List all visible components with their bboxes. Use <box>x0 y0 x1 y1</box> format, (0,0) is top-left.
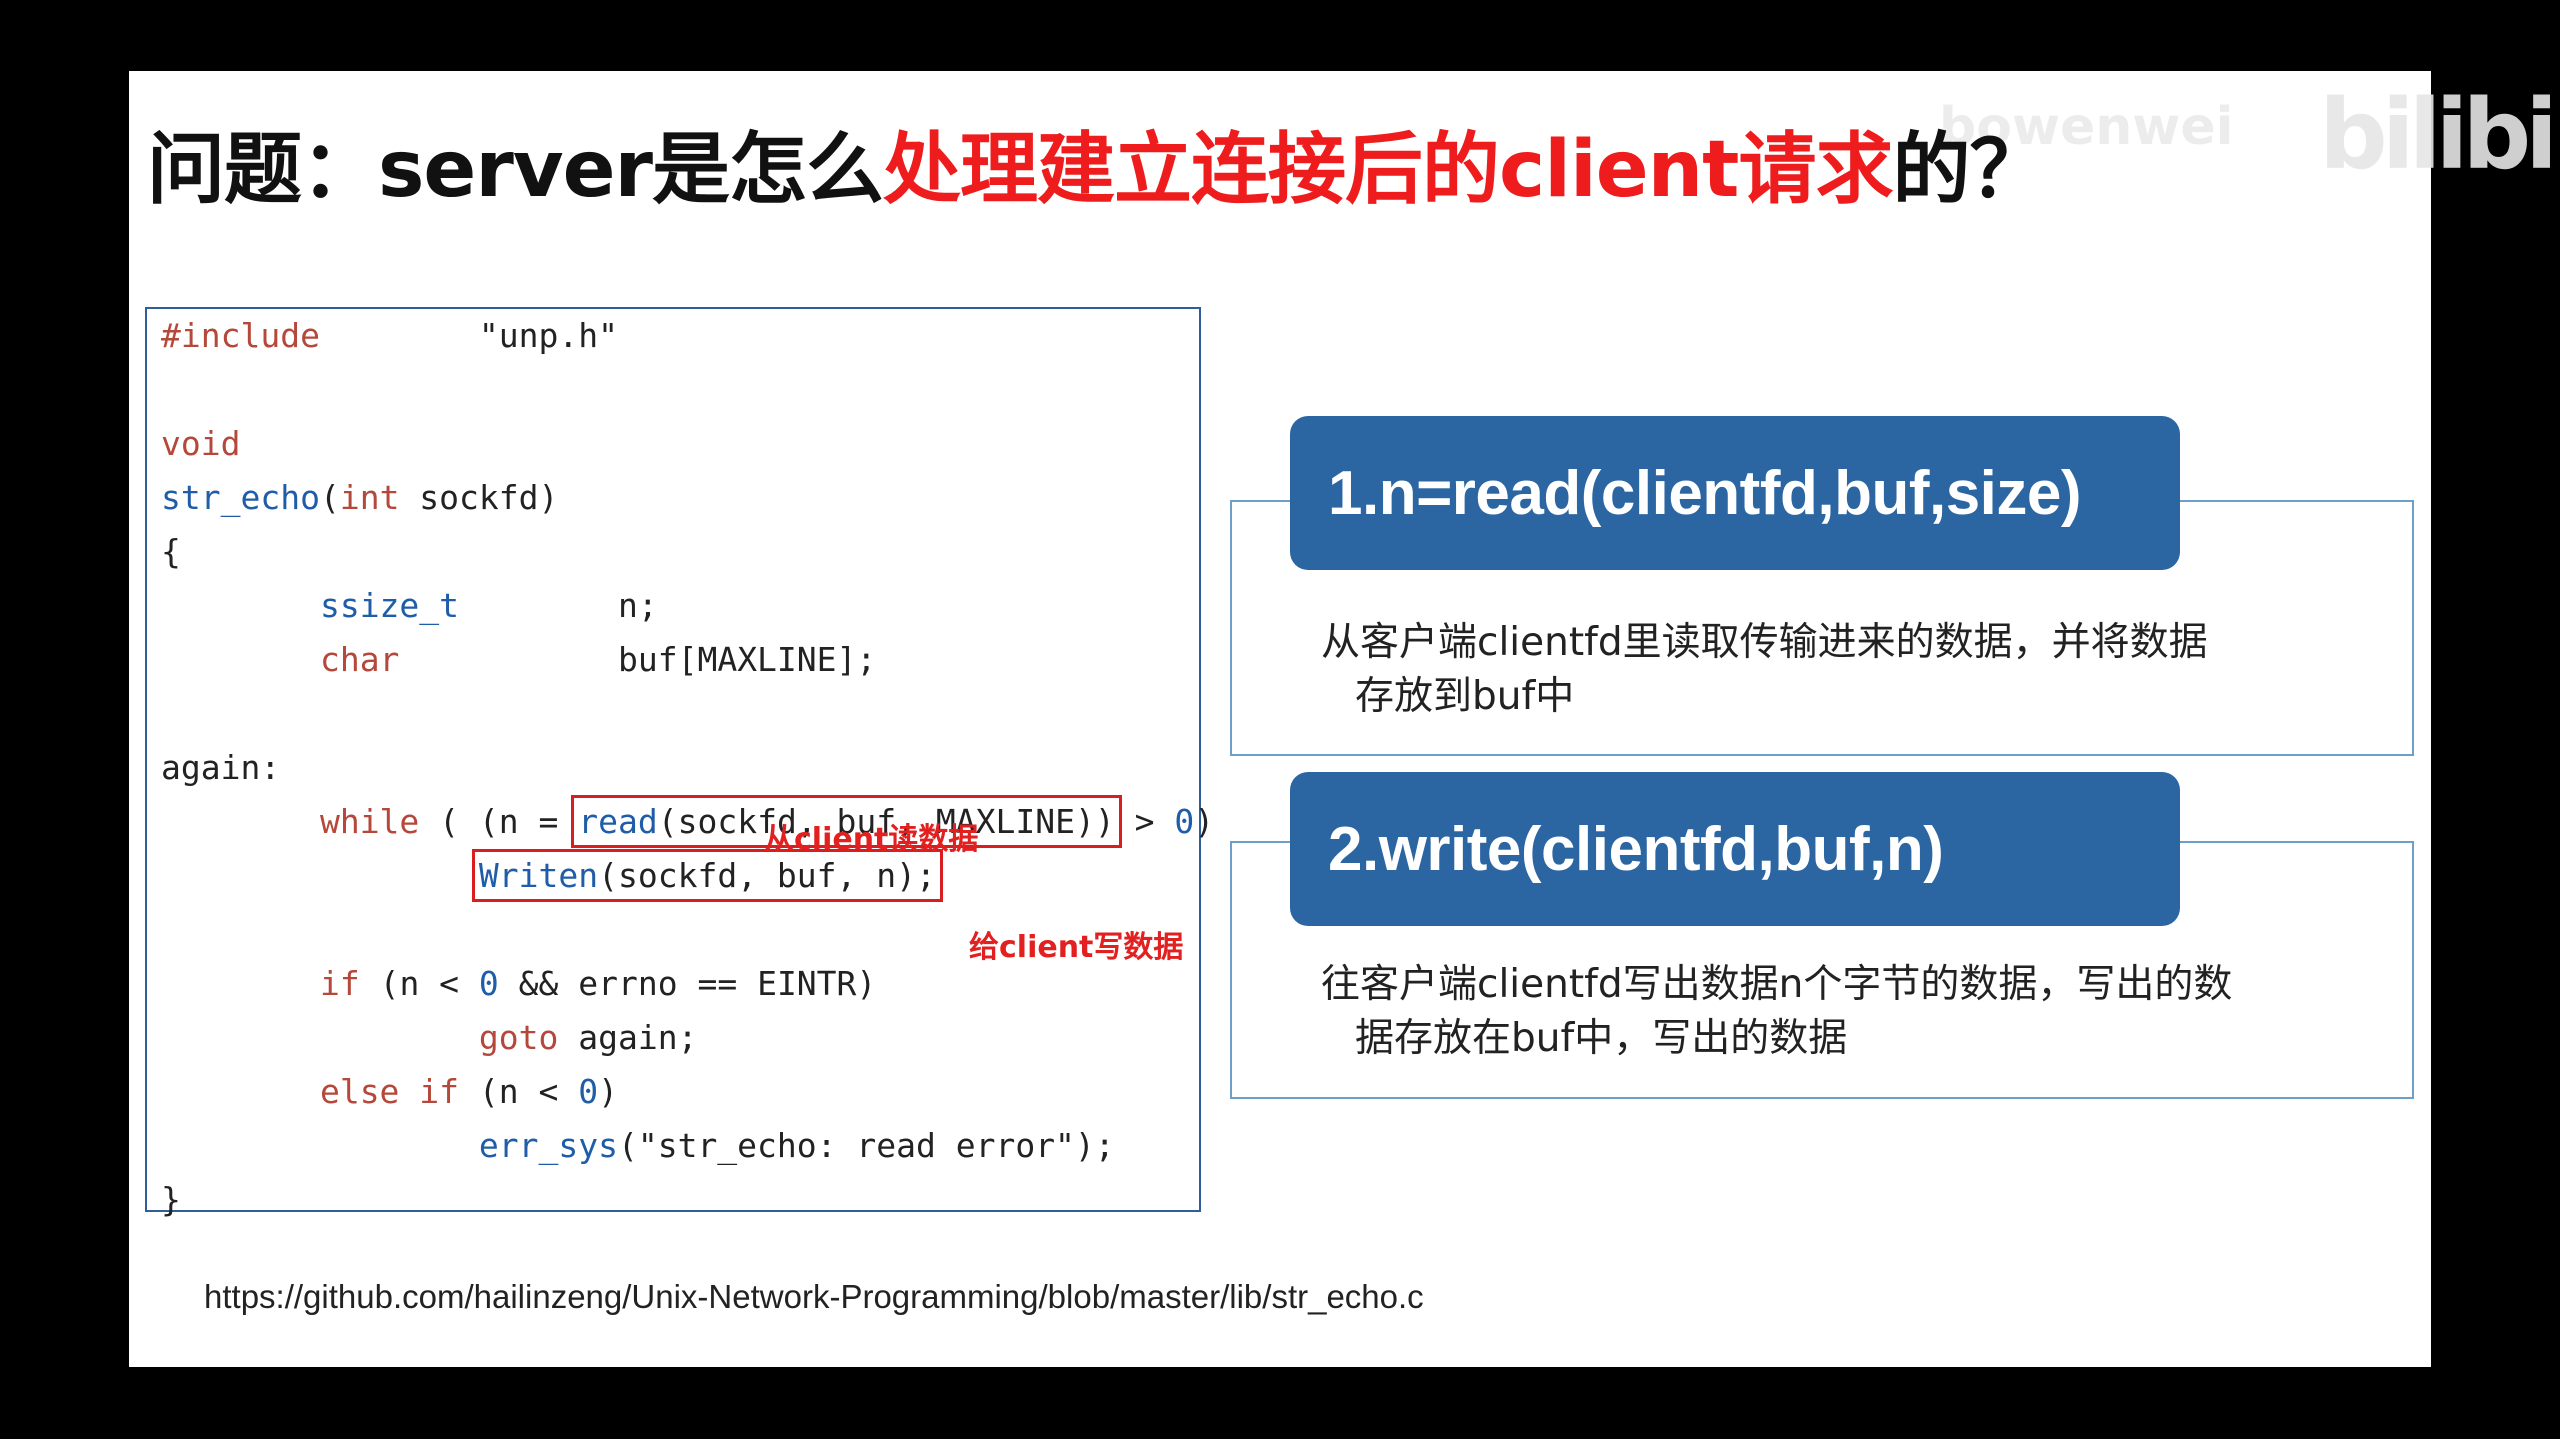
code-line-void: void <box>161 424 241 463</box>
code-listing: #include "unp.h" void str_echo(int sockf… <box>145 307 1214 1219</box>
step1-description: 从客户端clientfd里读取传输进来的数据，并将数据 存放到buf中 <box>1321 616 2321 724</box>
read-annotation: 从client读数据 <box>764 822 979 857</box>
step2-label: 2.write(clientfd,buf,n) <box>1290 772 2180 926</box>
title-suffix: 的？ <box>1892 125 2047 215</box>
title-highlight: 处理建立连接后的client请求 <box>883 125 1893 215</box>
write-annotation: 给client写数据 <box>969 930 1184 965</box>
code-line-char: char buf[MAXLINE]; <box>319 640 877 679</box>
step1-label: 1.n=read(clientfd,buf,size) <box>1290 416 2180 570</box>
code-line-if: if (n < 0 && errno == EINTR) <box>319 964 877 1003</box>
step2-description: 往客户端clientfd写出数据n个字节的数据，写出的数 据存放在buf中，写出… <box>1321 958 2321 1066</box>
code-line-ssize: ssize_t n; <box>319 586 658 625</box>
title-prefix: 问题：server是怎么 <box>147 125 884 215</box>
code-line-again-label: again: <box>161 748 281 787</box>
slide: bowenwei bilibili 问题：server是怎么处理建立连接后的cl… <box>129 71 2560 1367</box>
bilibili-logo-icon: bilibili <box>2319 79 2560 191</box>
slide-title: 问题：server是怎么处理建立连接后的client请求的？ <box>147 107 2047 219</box>
code-line-goto: goto again; <box>478 1018 698 1057</box>
code-line-else-if: else if (n < 0) <box>319 1072 618 1111</box>
code-line-err-sys: err_sys("str_echo: read error"); <box>478 1126 1115 1165</box>
source-link[interactable]: https://github.com/hailinzeng/Unix-Netwo… <box>204 1278 1424 1316</box>
code-block: #include "unp.h" void str_echo(int sockf… <box>161 309 1214 1227</box>
step2-desc-line1: 往客户端clientfd写出数据n个字节的数据，写出的数 <box>1321 962 2233 1007</box>
writen-call-highlight: Writen(sockfd, buf, n); <box>471 849 943 902</box>
code-line-include: #include "unp.h" <box>161 316 618 355</box>
code-line-signature: str_echo(int sockfd) <box>161 478 559 517</box>
step1-desc-line1: 从客户端clientfd里读取传输进来的数据，并将数据 <box>1321 620 2208 665</box>
step1-desc-line2: 存放到buf中 <box>1355 674 1575 719</box>
code-line-brace-close: } <box>161 1180 181 1219</box>
code-line-brace-open: { <box>161 532 181 571</box>
step2-desc-line2: 据存放在buf中，写出的数据 <box>1355 1016 1848 1061</box>
